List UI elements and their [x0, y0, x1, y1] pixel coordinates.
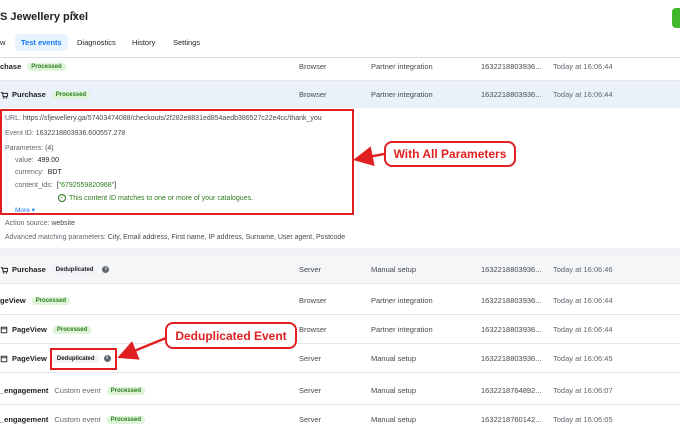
event-name: _engagement	[0, 415, 49, 424]
event-name: PageView	[12, 354, 47, 363]
detail-action-source: Action source: website	[5, 220, 76, 227]
status-badge: Processed	[27, 62, 66, 71]
event-name: chase	[0, 62, 22, 71]
cart-icon	[0, 91, 8, 99]
tab-diagnostics[interactable]: Diagnostics	[77, 34, 116, 51]
event-row[interactable]: geView Processed Browser Partner integra…	[0, 287, 680, 315]
primary-action-button[interactable]	[672, 8, 680, 28]
event-row[interactable]: PageView Processed Browser Partner integ…	[0, 316, 680, 344]
event-row[interactable]: chase Processed Browser Partner integrat…	[0, 53, 680, 81]
dedup-highlight-box	[50, 348, 117, 370]
event-time: Today at 16:06:44	[553, 90, 613, 99]
status-badge: Processed	[52, 325, 92, 334]
event-time: Today at 16:06:46	[553, 265, 613, 274]
event-name: Purchase	[12, 265, 46, 274]
event-source: Server	[299, 386, 322, 395]
tab-overview[interactable]: w	[0, 34, 5, 51]
event-row[interactable]: _engagement Custom event Processed Serve…	[0, 406, 680, 425]
event-source: Browser	[299, 296, 327, 305]
event-id: 1632218803936...	[481, 265, 542, 274]
event-source: Browser	[299, 325, 327, 334]
tab-settings[interactable]: Settings	[173, 34, 200, 51]
info-icon[interactable]: i	[102, 266, 110, 273]
event-setup: Partner integration	[371, 90, 433, 99]
status-badge: Processed	[106, 415, 145, 424]
status-badge: Processed	[51, 90, 91, 99]
event-setup: Manual setup	[371, 265, 417, 274]
event-time: Today at 16:06:45	[553, 354, 613, 363]
event-name: PageView	[12, 325, 47, 334]
event-time: Today at 16:06:44	[553, 62, 613, 71]
event-setup: Partner integration	[371, 296, 433, 305]
event-setup: Manual setup	[371, 386, 417, 395]
event-name: _engagement	[0, 386, 49, 395]
event-time: Today at 16:06:07	[553, 386, 613, 395]
event-name: Purchase	[12, 90, 46, 99]
section-separator	[0, 248, 680, 256]
event-row[interactable]: _engagement Custom event Processed Serve…	[0, 377, 680, 405]
status-badge: Deduplicated	[51, 265, 98, 274]
tab-test-events[interactable]: Test events	[15, 34, 68, 51]
detail-advanced-matching: Advanced matching parameters: City, Emai…	[5, 234, 346, 241]
event-id: 1632218803936...	[481, 62, 542, 71]
event-source: Browser	[299, 90, 327, 99]
custom-event-label: Custom event	[54, 415, 101, 424]
event-row-expanded[interactable]: Purchase Processed Browser Partner integ…	[0, 81, 680, 109]
event-name: geView	[0, 296, 26, 305]
event-time: Today at 16:06:05	[553, 415, 613, 424]
tab-history[interactable]: History	[132, 34, 155, 51]
event-row[interactable]: Purchase Deduplicated i Server Manual se…	[0, 256, 680, 284]
edit-icon[interactable]: ✎	[70, 10, 78, 21]
event-time: Today at 16:06:44	[553, 325, 613, 334]
event-setup: Partner integration	[371, 62, 433, 71]
event-id: 1632218803936...	[481, 90, 542, 99]
page-header: S Jewellery pixel ✎ w Test events Diagno…	[0, 0, 680, 58]
event-setup: Partner integration	[371, 325, 433, 334]
event-source: Server	[299, 265, 322, 274]
status-badge: Processed	[106, 386, 145, 395]
event-time: Today at 16:06:44	[553, 296, 613, 305]
parameters-highlight-box	[0, 109, 354, 215]
event-id: 1632218803936...	[481, 325, 542, 334]
event-id: 1632218803936...	[481, 296, 542, 305]
page-icon	[0, 326, 8, 333]
event-id: 1632218760142...	[481, 415, 542, 424]
event-setup: Manual setup	[371, 415, 417, 424]
event-setup: Manual setup	[371, 354, 417, 363]
status-badge: Processed	[31, 296, 71, 305]
page-icon	[0, 355, 8, 362]
event-source: Browser	[299, 62, 327, 71]
cart-icon	[0, 266, 8, 274]
params-callout: With All Parameters	[384, 141, 516, 167]
event-id: 1632218803936...	[481, 354, 542, 363]
event-id: 1632218764892...	[481, 386, 542, 395]
custom-event-label: Custom event	[54, 386, 101, 395]
dedup-callout: Deduplicated Event	[165, 322, 297, 349]
event-source: Server	[299, 354, 322, 363]
event-source: Server	[299, 415, 322, 424]
